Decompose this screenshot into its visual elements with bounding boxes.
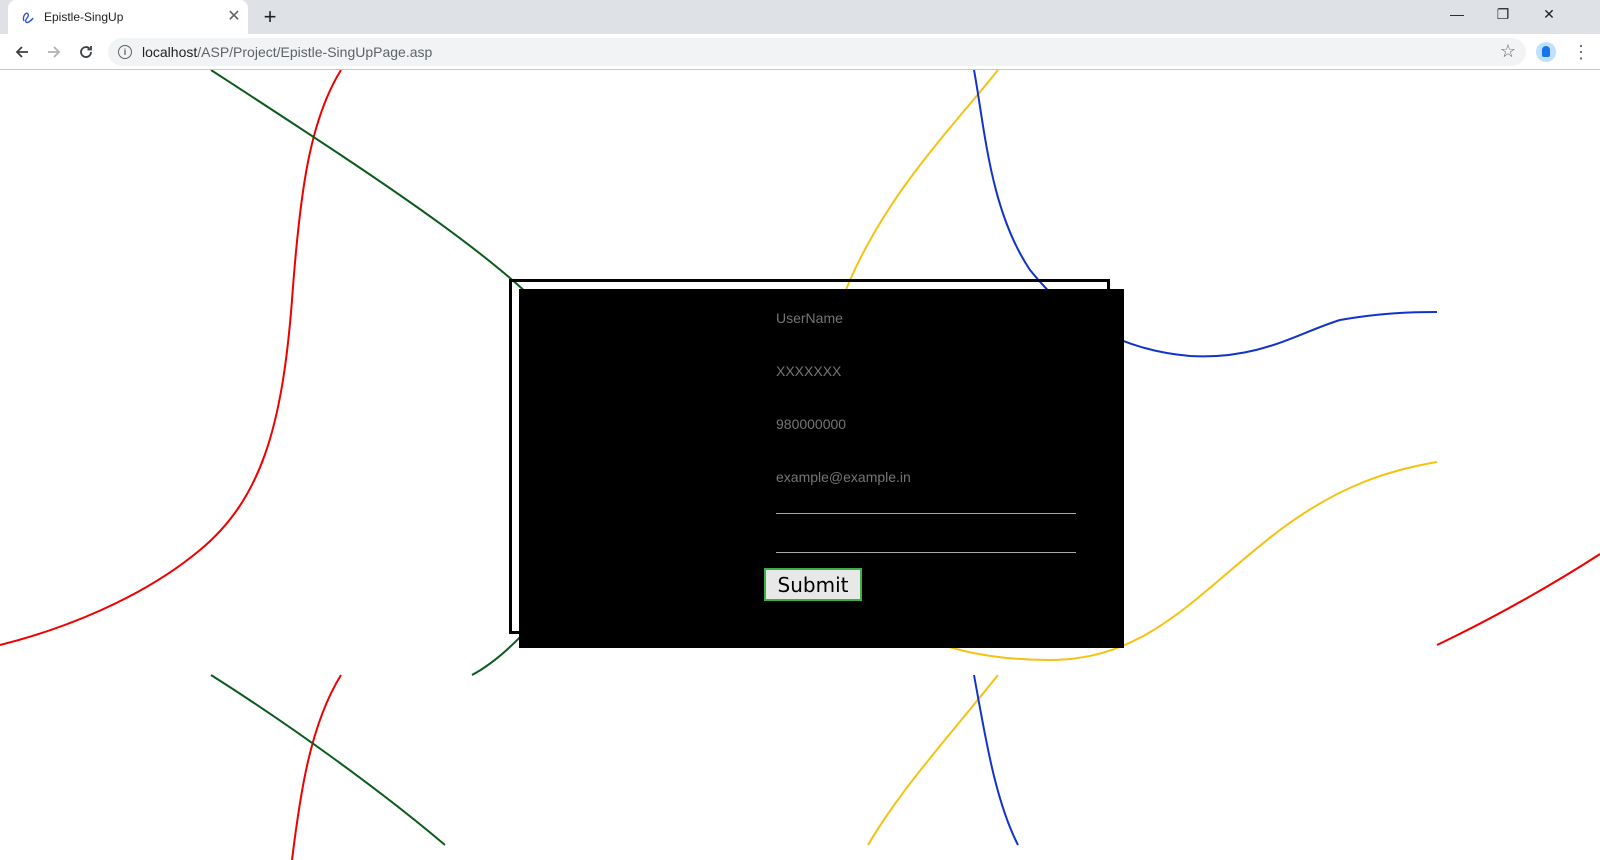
red-curve: [0, 70, 342, 646]
url-path: /ASP/Project/Epistle-SingUpPage.asp: [197, 44, 433, 60]
email-id-label: Email-Id:: [551, 465, 666, 495]
username-label: UserName:: [551, 306, 696, 336]
window-minimize-button[interactable]: —: [1434, 0, 1480, 30]
tab-title: Epistle-SingUp: [44, 10, 124, 24]
submit-button[interactable]: Submit: [764, 568, 862, 601]
signup-form: UserName: Login Key: Contact Number: Ema…: [509, 279, 1110, 634]
profile-avatar-icon[interactable]: [1536, 42, 1556, 62]
email-id-input[interactable]: [776, 463, 1076, 493]
reload-icon[interactable]: [72, 38, 100, 66]
browser-tab-bar: Epistle-SingUp ✕ + — ❐ ✕: [0, 0, 1600, 34]
url-text: localhost/ASP/Project/Epistle-SingUpPage…: [142, 44, 432, 60]
forward-arrow-icon[interactable]: [40, 38, 68, 66]
contact-number-input[interactable]: [776, 410, 1076, 440]
new-tab-button[interactable]: +: [258, 4, 282, 30]
login-key-input[interactable]: [776, 357, 1076, 387]
site-favicon-icon: [22, 12, 34, 24]
site-info-icon[interactable]: i: [118, 45, 132, 59]
window-close-button[interactable]: ✕: [1526, 0, 1572, 30]
red-curve-right: [1436, 553, 1600, 646]
back-arrow-icon[interactable]: [8, 38, 36, 66]
browser-toolbar: i localhost/ASP/Project/Epistle-SingUpPa…: [0, 34, 1600, 70]
position-selected-value: Anonymous: [780, 525, 849, 540]
position-label: Position:: [551, 519, 661, 549]
url-host: localhost: [142, 44, 198, 60]
bookmark-star-icon[interactable]: ☆: [1500, 41, 1516, 62]
browser-tab[interactable]: Epistle-SingUp ✕: [8, 0, 248, 34]
dropdown-arrow-icon: ▼: [1060, 525, 1070, 536]
page-viewport: UserName: Login Key: Contact Number: Ema…: [0, 70, 1600, 860]
browser-menu-icon[interactable]: ⋮: [1572, 40, 1590, 64]
blue-curve-lower: [973, 674, 1019, 846]
contact-number-label: Contact Number:: [551, 412, 774, 442]
username-input[interactable]: [776, 304, 1076, 334]
red-curve-lower: [291, 674, 342, 860]
position-select[interactable]: Anonymous ▼: [776, 513, 1076, 553]
login-key-label: Login Key:: [551, 359, 684, 389]
window-restore-button[interactable]: ❐: [1480, 0, 1526, 30]
address-bar[interactable]: i localhost/ASP/Project/Epistle-SingUpPa…: [108, 38, 1526, 66]
tab-close-icon[interactable]: ✕: [224, 7, 244, 27]
